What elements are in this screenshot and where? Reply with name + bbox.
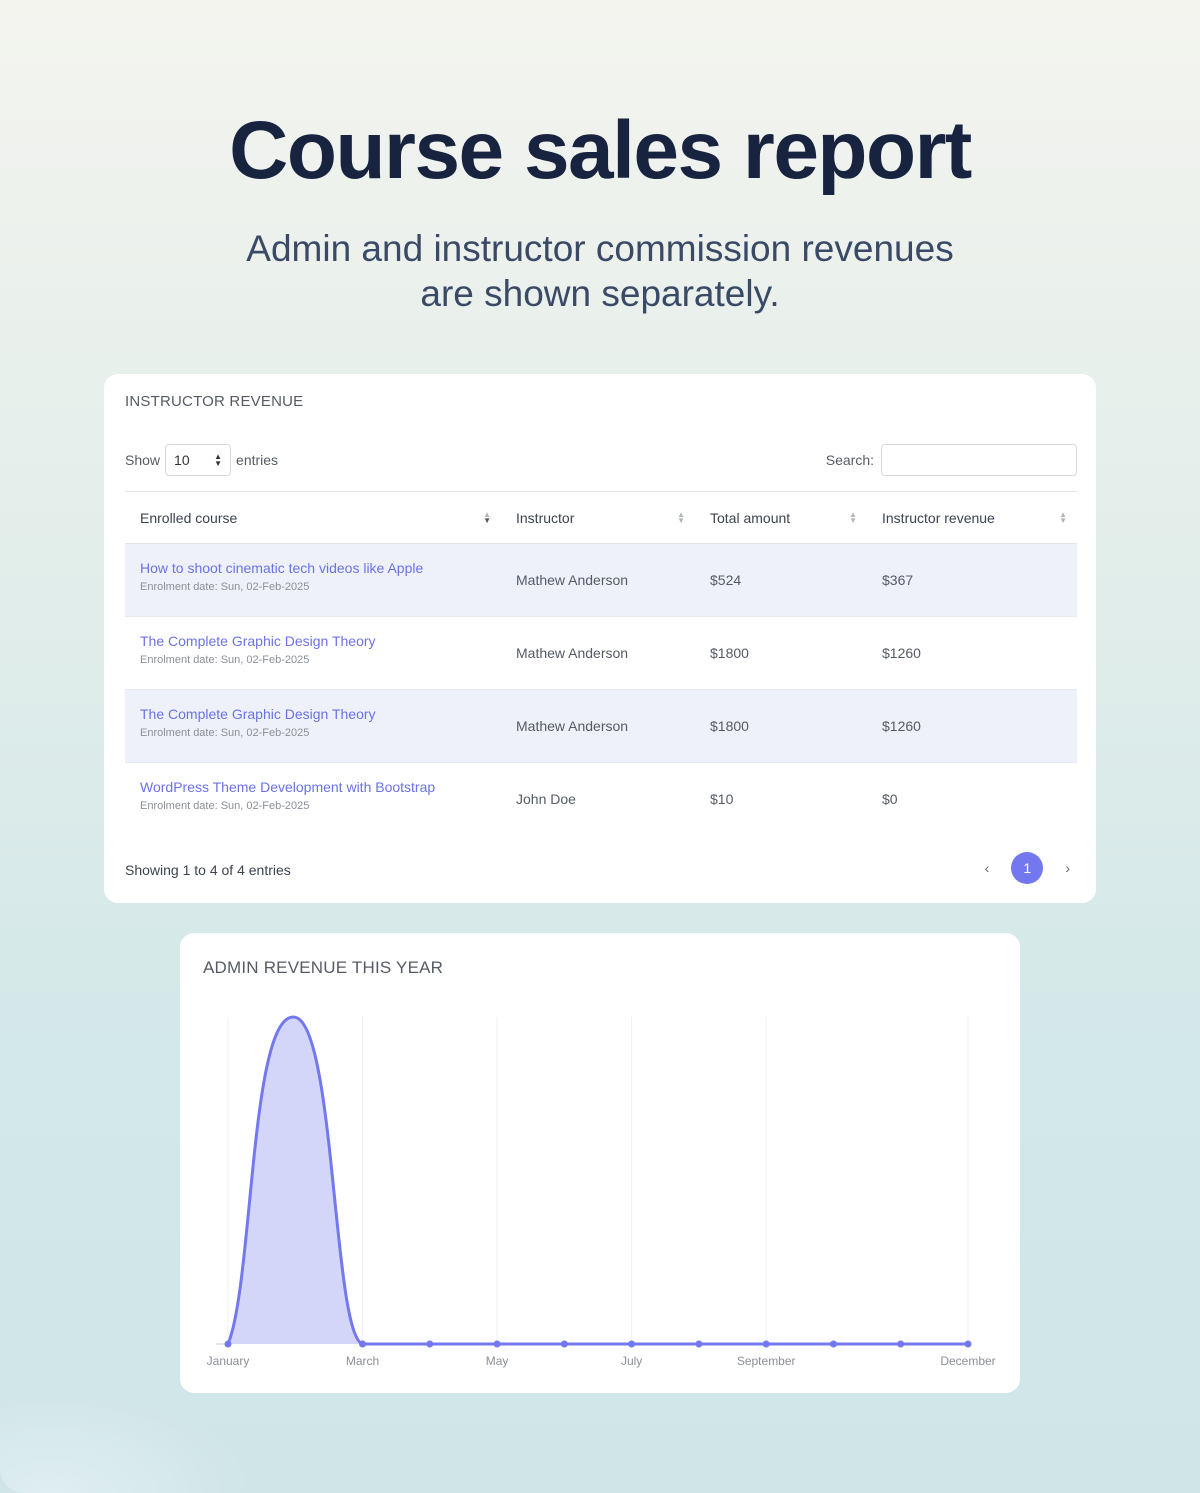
admin-revenue-card: ADMIN REVENUE THIS YEAR January March May J…	[180, 933, 1020, 1393]
page-subtitle: Admin and instructor commission revenues…	[0, 226, 1200, 316]
data-point	[695, 1340, 703, 1348]
column-label: Enrolled course	[140, 509, 238, 526]
table-info: Showing 1 to 4 of 4 entries	[125, 862, 291, 878]
x-tick-label: December	[940, 1354, 995, 1368]
search-input[interactable]	[881, 444, 1077, 476]
decorative-corner	[0, 1383, 260, 1493]
data-point	[762, 1340, 770, 1348]
x-tick-label: March	[346, 1354, 379, 1368]
sort-icon: ▲ ▼	[677, 509, 685, 525]
column-header-revenue[interactable]: Instructor revenue ▲ ▼	[867, 491, 1077, 544]
enrolment-date: Enrolment date: Sun, 02-Feb-2025	[140, 726, 310, 739]
total-amount-cell: $1800	[695, 689, 867, 763]
admin-revenue-chart: January March May July September December	[207, 1015, 996, 1368]
data-point	[493, 1340, 501, 1348]
page-title: Course sales report	[229, 105, 972, 196]
subtitle-line-2: are shown separately.	[420, 273, 780, 314]
total-amount-cell: $10	[710, 791, 734, 808]
pagination: ‹ 1 ›	[985, 852, 1070, 884]
instructor-revenue-cell: $1260	[867, 689, 1077, 763]
course-link[interactable]: How to shoot cinematic tech videos like …	[140, 560, 501, 576]
instructor-cell: Mathew Anderson	[501, 543, 695, 617]
course-cell: How to shoot cinematic tech videos like …	[125, 543, 501, 617]
instructor-revenue-title: INSTRUCTOR REVENUE	[125, 393, 304, 410]
data-point	[560, 1340, 568, 1348]
instructor-revenue-cell: $0	[882, 791, 898, 808]
course-cell: The Complete Graphic Design Theory Enrol…	[125, 689, 501, 763]
sort-icon: ▲ ▼	[483, 509, 491, 525]
prev-page-button[interactable]: ‹	[985, 860, 990, 876]
data-point	[359, 1340, 367, 1348]
entries-label: entries	[236, 452, 279, 468]
course-cell: WordPress Theme Development with Bootstr…	[125, 763, 501, 836]
column-label: Instructor revenue	[882, 509, 995, 526]
table-row: The Complete Graphic Design Theory Enrol…	[125, 616, 1077, 690]
search-label: Search:	[825, 452, 874, 468]
data-point	[628, 1340, 636, 1348]
table-row: WordPress Theme Development with Bootstr…	[125, 763, 1077, 836]
column-header-course[interactable]: Enrolled course ▲ ▼	[125, 491, 501, 544]
select-arrows-icon: ▲ ▼	[214, 452, 223, 468]
column-label: Instructor	[516, 509, 575, 526]
subtitle-line-1: Admin and instructor commission revenues	[246, 228, 954, 269]
instructor-revenue-cell: $1260	[867, 616, 1077, 690]
data-point	[426, 1340, 434, 1348]
table-header-row: Enrolled course ▲ ▼ Instructor ▲ ▼ Total amo…	[125, 491, 1077, 544]
course-cell: The Complete Graphic Design Theory Enrol…	[125, 616, 501, 690]
x-tick-label: July	[621, 1354, 642, 1368]
total-amount-cell: $524	[695, 543, 867, 617]
page-length-value: 10	[174, 452, 190, 468]
revenue-table: Enrolled course ▲ ▼ Instructor ▲ ▼ Total amo…	[125, 491, 1077, 836]
table-row: The Complete Graphic Design Theory Enrol…	[125, 689, 1077, 763]
instructor-cell: Mathew Anderson	[501, 689, 695, 763]
data-point	[897, 1340, 905, 1348]
search-control: Search:	[826, 444, 1077, 476]
sort-icon: ▲ ▼	[1059, 509, 1067, 525]
total-amount-cell: $1800	[695, 616, 867, 690]
column-header-total[interactable]: Total amount ▲ ▼	[695, 491, 867, 544]
sort-icon: ▲ ▼	[849, 509, 857, 525]
course-link[interactable]: WordPress Theme Development with Bootstr…	[140, 779, 501, 795]
table-row: How to shoot cinematic tech videos like …	[125, 543, 1077, 617]
course-link[interactable]: The Complete Graphic Design Theory	[140, 706, 501, 722]
enrolment-date: Enrolment date: Sun, 02-Feb-2025	[140, 580, 310, 593]
course-link[interactable]: The Complete Graphic Design Theory	[140, 633, 501, 649]
instructor-cell: Mathew Anderson	[501, 616, 695, 690]
x-tick-label: September	[737, 1354, 796, 1368]
x-tick-label: January	[207, 1354, 250, 1368]
enrolment-date: Enrolment date: Sun, 02-Feb-2025	[140, 799, 310, 812]
show-label: Show	[125, 452, 161, 468]
column-label: Total amount	[710, 509, 791, 526]
revenue-area	[228, 1017, 968, 1344]
next-page-button[interactable]: ›	[1065, 860, 1070, 876]
column-header-instructor[interactable]: Instructor ▲ ▼	[501, 491, 695, 544]
page-1-button[interactable]: 1	[1011, 852, 1044, 884]
page-length-select[interactable]: 10 ▲ ▼	[165, 444, 232, 476]
data-point	[224, 1340, 232, 1348]
instructor-revenue-cell: $367	[867, 543, 1077, 617]
page-length-control: Show 10 ▲ ▼ entries	[125, 444, 278, 476]
enrolment-date: Enrolment date: Sun, 02-Feb-2025	[140, 653, 310, 666]
instructor-revenue-card: INSTRUCTOR REVENUE Show 10 ▲ ▼ entries Se…	[104, 374, 1096, 903]
instructor-cell: John Doe	[516, 791, 576, 808]
x-tick-label: May	[486, 1354, 509, 1368]
data-point	[964, 1340, 972, 1348]
data-point	[829, 1340, 837, 1348]
